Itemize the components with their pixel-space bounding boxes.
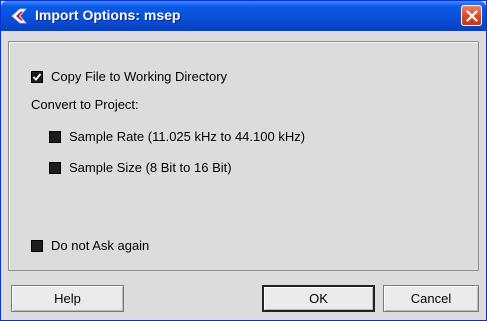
- do-not-ask-checkbox[interactable]: [31, 239, 43, 252]
- window-title: Import Options: msep: [35, 7, 181, 23]
- sample-size-label: Sample Size (8 Bit to 16 Bit): [69, 160, 232, 175]
- copy-file-checkbox[interactable]: [31, 70, 43, 83]
- help-button[interactable]: Help: [11, 285, 124, 312]
- cubase-logo-icon: [10, 8, 28, 24]
- do-not-ask-option[interactable]: Do not Ask again: [31, 238, 149, 253]
- sample-size-option[interactable]: Sample Size (8 Bit to 16 Bit): [49, 160, 232, 175]
- ok-button-label: OK: [309, 291, 328, 306]
- cancel-button-label: Cancel: [410, 291, 452, 306]
- sample-rate-label: Sample Rate (11.025 kHz to 44.100 kHz): [69, 129, 306, 144]
- convert-heading-row: Convert to Project:: [31, 97, 139, 112]
- convert-heading: Convert to Project:: [31, 97, 139, 112]
- help-button-label: Help: [54, 291, 81, 306]
- sample-rate-option[interactable]: Sample Rate (11.025 kHz to 44.100 kHz): [49, 129, 305, 144]
- import-options-dialog: Import Options: msep Copy File to Workin…: [0, 0, 487, 321]
- copy-file-label: Copy File to Working Directory: [51, 69, 228, 84]
- title-bar[interactable]: Import Options: msep: [1, 1, 486, 31]
- close-button[interactable]: [461, 5, 482, 26]
- ok-button[interactable]: OK: [262, 285, 375, 312]
- sample-size-checkbox[interactable]: [49, 161, 61, 174]
- close-icon: [466, 10, 478, 22]
- sample-rate-checkbox[interactable]: [49, 130, 61, 143]
- checkmark-icon: [32, 72, 42, 81]
- cancel-button[interactable]: Cancel: [383, 285, 479, 312]
- options-panel: Copy File to Working Directory Convert t…: [8, 41, 479, 271]
- do-not-ask-label: Do not Ask again: [51, 238, 150, 253]
- copy-file-option[interactable]: Copy File to Working Directory: [31, 69, 227, 84]
- button-bar: Help OK Cancel: [1, 277, 486, 321]
